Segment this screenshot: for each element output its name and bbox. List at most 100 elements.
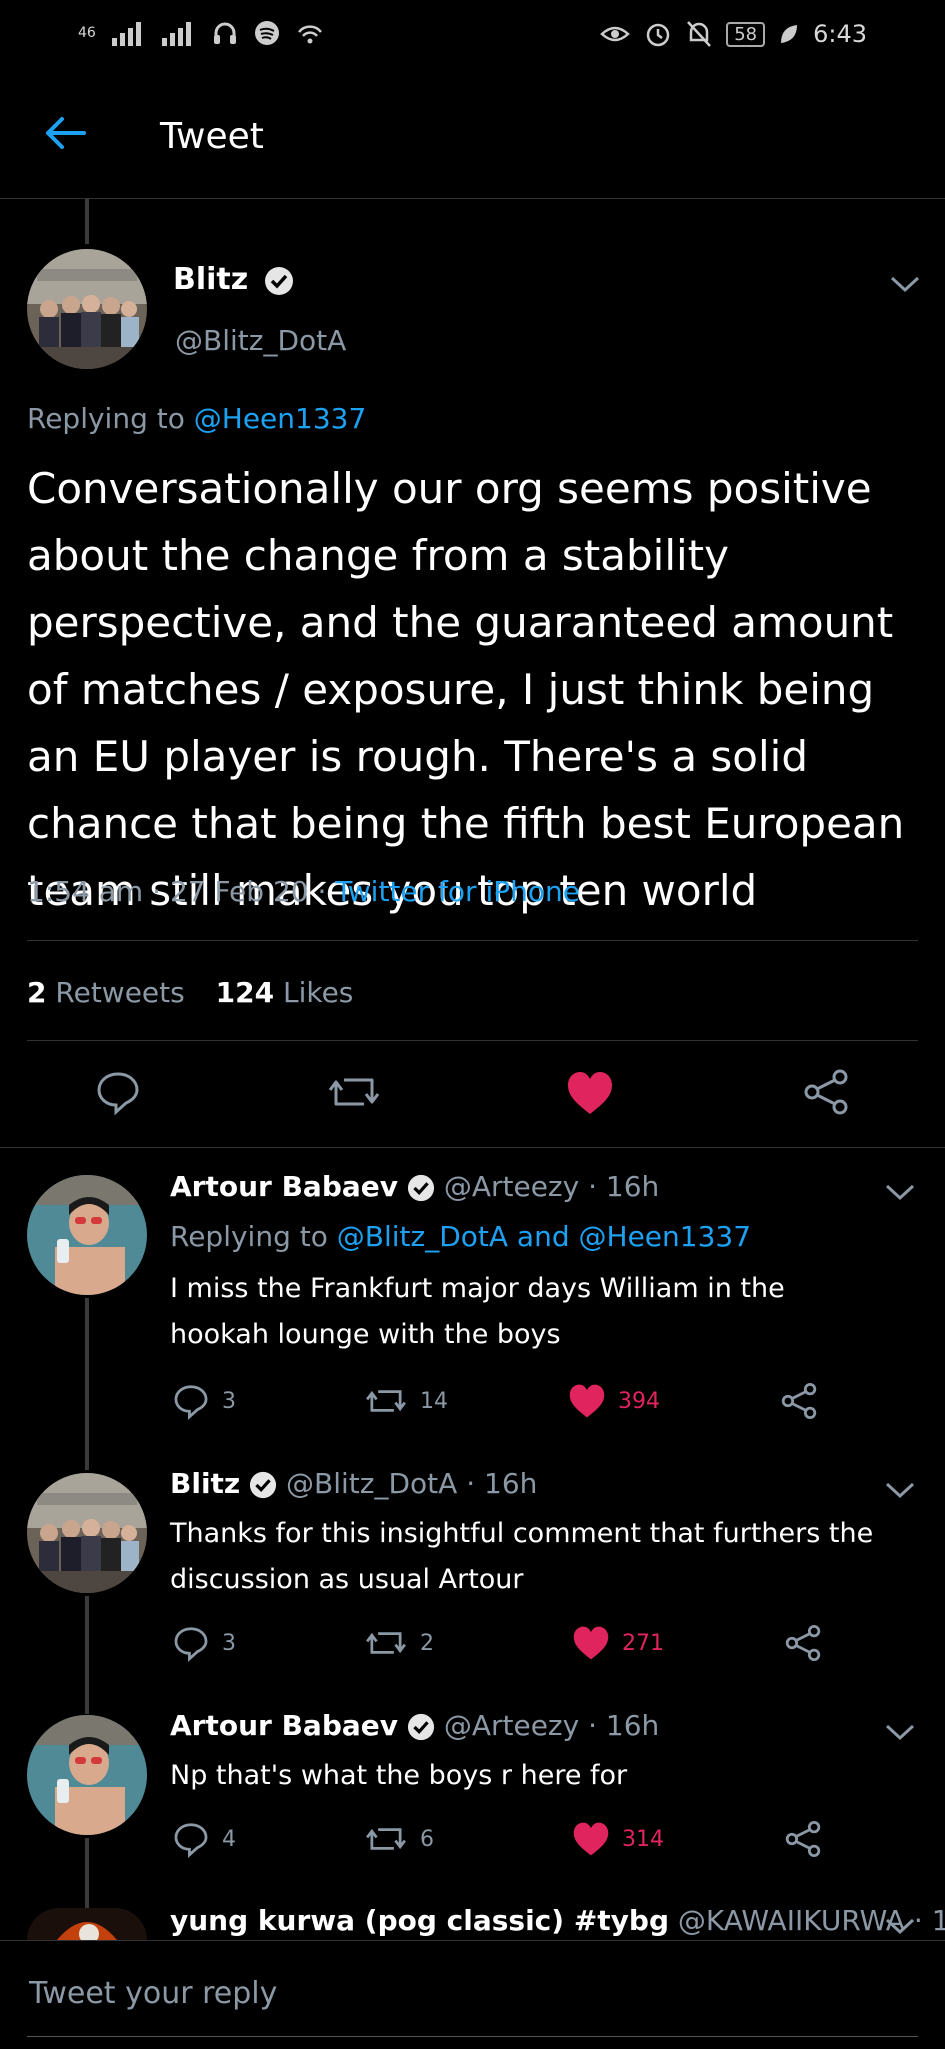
replying-to-handles[interactable]: @Blitz_DotA and @Heen1337 xyxy=(337,1220,751,1253)
author-name[interactable]: yung kurwa (pog classic) #tybg xyxy=(170,1904,669,1937)
replying-to: Replying to @Blitz_DotA and @Heen1337 xyxy=(170,1220,751,1253)
chevron-down-icon[interactable] xyxy=(883,1480,917,1500)
retweets-label: Retweets xyxy=(55,976,185,1009)
divider xyxy=(27,1040,918,1041)
tweet-text: Conversationally our org seems positive … xyxy=(27,464,905,915)
like-action[interactable]: 394 xyxy=(568,1383,660,1419)
meta-separator-2: · xyxy=(317,875,336,908)
author-name[interactable]: Blitz xyxy=(173,262,248,297)
retweet-count: 14 xyxy=(420,1388,448,1414)
author-name[interactable]: Artour Babaev xyxy=(170,1709,398,1742)
avatar[interactable] xyxy=(27,1908,147,1940)
top-app-bar: Tweet xyxy=(0,76,945,199)
avatar[interactable] xyxy=(27,249,147,369)
reply-icon xyxy=(174,1823,208,1858)
chevron-down-icon[interactable] xyxy=(883,1182,917,1202)
divider xyxy=(27,2036,918,2037)
meta-separator: · xyxy=(588,1709,598,1742)
reply-text: Np that's what the boys r here for xyxy=(170,1760,628,1791)
reply-age: 16h xyxy=(605,1709,660,1742)
author-name[interactable]: Blitz xyxy=(170,1467,240,1500)
replying-to-handle[interactable]: @Heen1337 xyxy=(194,402,367,435)
retweet-count: 6 xyxy=(420,1826,434,1852)
thread-connector xyxy=(85,1298,89,1470)
divider xyxy=(27,940,918,941)
reply-composer xyxy=(0,1940,945,2049)
profile-photo-image xyxy=(27,1715,147,1835)
replying-to-label: Replying to xyxy=(170,1220,328,1253)
status-right: 58 6:43 xyxy=(600,20,867,48)
reply-author-line: Artour Babaev @Arteezy · 16h xyxy=(170,1170,659,1203)
reply-age: 16h xyxy=(484,1467,538,1500)
share-icon[interactable] xyxy=(802,1068,850,1116)
likes-label: Likes xyxy=(282,976,354,1009)
reply-author-line: Blitz @Blitz_DotA · 16h xyxy=(170,1467,537,1500)
tweet-source[interactable]: Twitter for iPhone xyxy=(335,875,580,908)
like-action[interactable]: 314 xyxy=(572,1821,664,1857)
meta-separator: · xyxy=(466,1467,476,1500)
reply-age: 16h xyxy=(931,1904,945,1937)
verified-badge-icon xyxy=(407,1174,434,1202)
reply-action[interactable]: 3 xyxy=(172,1624,236,1662)
tweet-meta: 1:54 am · 27 Feb 20 · Twitter for iPhone xyxy=(27,875,580,908)
retweet-icon xyxy=(366,1390,406,1412)
thread-connector xyxy=(85,199,89,244)
author-handle[interactable]: @KAWAIIKURWA xyxy=(678,1904,905,1937)
avatar[interactable] xyxy=(27,1715,147,1835)
eye-icon xyxy=(600,26,631,42)
engagement-stats: 2 Retweets 124 Likes xyxy=(27,976,353,1009)
headphones-icon xyxy=(213,22,236,44)
retweet-icon xyxy=(366,1828,406,1850)
retweet-action[interactable]: 6 xyxy=(364,1820,434,1858)
divider xyxy=(0,1147,945,1148)
bell-off-icon xyxy=(687,21,712,47)
replying-to: Replying to @Heen1337 xyxy=(27,402,366,435)
share-icon[interactable] xyxy=(780,1382,818,1420)
verified-badge-icon xyxy=(250,1471,277,1499)
share-icon[interactable] xyxy=(784,1624,822,1662)
retweets-stat[interactable]: 2 Retweets xyxy=(27,976,194,1009)
author-name[interactable]: Artour Babaev xyxy=(170,1170,398,1203)
retweet-icon[interactable] xyxy=(326,1068,382,1116)
likes-stat[interactable]: 124 Likes xyxy=(216,976,354,1009)
chevron-down-icon[interactable] xyxy=(888,274,922,294)
likes-count: 124 xyxy=(215,976,275,1009)
chevron-down-icon[interactable] xyxy=(883,1916,917,1936)
avatar[interactable] xyxy=(27,1473,147,1593)
reply-action[interactable]: 3 xyxy=(172,1382,236,1420)
reply-input[interactable] xyxy=(27,1969,911,2017)
status-bar: 46 58 6:43 xyxy=(0,0,945,76)
back-arrow-icon[interactable] xyxy=(40,108,90,158)
reply-icon xyxy=(174,1385,208,1420)
chevron-down-icon[interactable] xyxy=(883,1722,917,1742)
author-handle[interactable]: @Arteezy xyxy=(444,1170,579,1203)
like-count: 271 xyxy=(622,1630,664,1656)
reply-actions: 3 14 394 xyxy=(172,1382,818,1420)
clock: 6:43 xyxy=(813,20,867,48)
tweet-date: 27 Feb 20 xyxy=(169,875,309,908)
reply-icon[interactable] xyxy=(94,1068,142,1116)
reply-icon xyxy=(174,1627,208,1662)
author-handle[interactable]: @Blitz_DotA xyxy=(286,1467,457,1500)
retweet-action[interactable]: 14 xyxy=(364,1382,448,1420)
author-line: Blitz xyxy=(173,262,294,297)
spotify-icon xyxy=(254,21,279,45)
retweets-count: 2 xyxy=(27,976,47,1009)
tweet-time: 1:54 am xyxy=(27,875,144,908)
author-handle[interactable]: @Blitz_DotA xyxy=(175,324,346,357)
retweet-action[interactable]: 2 xyxy=(364,1624,434,1662)
reply-action[interactable]: 4 xyxy=(172,1820,236,1858)
replying-to-label: Replying to xyxy=(27,402,185,435)
like-icon[interactable] xyxy=(566,1070,614,1116)
signal-icon-2 xyxy=(161,22,191,46)
reply-actions: 3 2 271 xyxy=(172,1624,822,1662)
avatar[interactable] xyxy=(27,1175,147,1295)
author-handle[interactable]: @Arteezy xyxy=(444,1709,579,1742)
thread-connector xyxy=(85,1838,89,1914)
meta-separator-1: · xyxy=(152,875,170,908)
group-photo-image xyxy=(27,1473,147,1593)
share-icon[interactable] xyxy=(784,1820,822,1858)
leaf-icon xyxy=(781,25,798,43)
like-action[interactable]: 271 xyxy=(572,1625,664,1661)
page-title: Tweet xyxy=(160,116,264,157)
